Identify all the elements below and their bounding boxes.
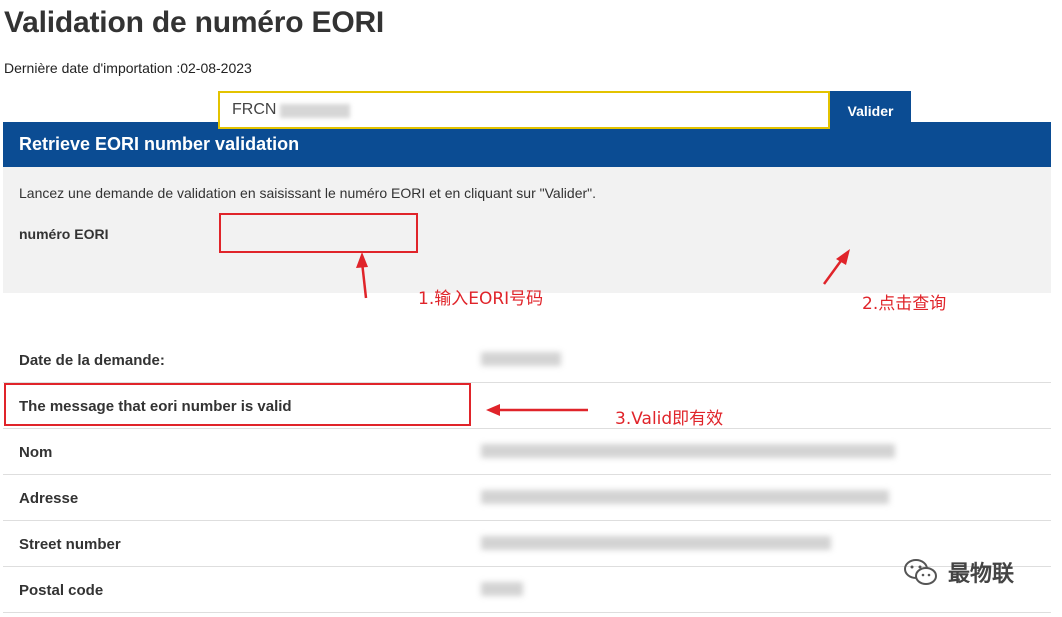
arrow-head [486,404,500,416]
annotation-step2: 2.点击查询 [862,294,947,314]
arrow-head [356,252,368,268]
annotation-step1: 1.输入EORI号码 [418,289,544,309]
annotation-step3: 3.Valid即有效 [615,409,724,429]
arrow-to-button [822,257,845,285]
wechat-icon [904,559,937,585]
watermark-text: 最物联 [948,562,1015,587]
watermark: 最物联 [902,556,1014,588]
